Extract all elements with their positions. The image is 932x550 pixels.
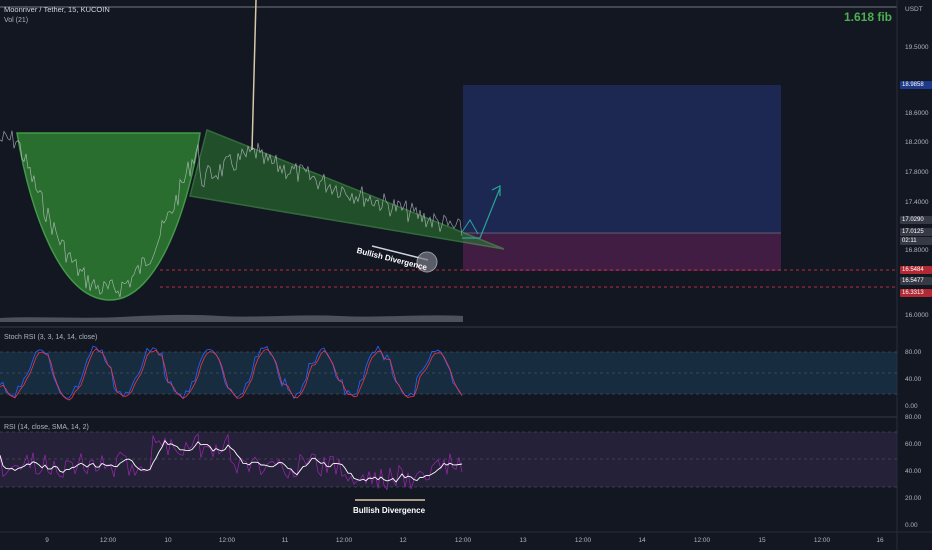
time-label: 12:00: [574, 537, 592, 544]
rsi-tick: 20.00: [905, 495, 922, 502]
rsi-tick: 40.00: [905, 468, 922, 475]
time-label: 12:00: [335, 537, 353, 544]
time-label: 16: [876, 537, 884, 544]
price-spike-wick: [251, 0, 257, 151]
time-label: 10: [164, 537, 172, 544]
rsi-tick: 80.00: [905, 414, 922, 421]
price-tag: 16.5477: [900, 277, 932, 285]
stoch-tick: 40.00: [905, 376, 922, 383]
price-tick: 16.8000: [905, 247, 929, 254]
price-tick: 18.6000: [905, 110, 929, 117]
time-label: 12:00: [813, 537, 831, 544]
time-label: 9: [45, 537, 49, 544]
time-label: 12:00: [218, 537, 236, 544]
stoch-label: Stoch RSI (3, 3, 14, 14, close): [4, 334, 98, 341]
price-tick: 18.2000: [905, 139, 929, 146]
volume-label: Vol (21): [4, 17, 29, 24]
stoch-tick: 80.00: [905, 349, 922, 356]
rsi-band: [0, 432, 897, 487]
price-tick: 17.4000: [905, 199, 929, 206]
price-tag-stop: 16.5484: [900, 266, 932, 274]
time-label: 15: [758, 537, 766, 544]
chart-canvas[interactable]: [0, 0, 932, 550]
rsi-tick: 60.00: [905, 441, 922, 448]
rsi-divergence-label[interactable]: Bullish Divergence: [353, 506, 425, 515]
fib-label: 1.618 fib: [843, 10, 892, 24]
time-label: 12:00: [454, 537, 472, 544]
time-label: 14: [638, 537, 646, 544]
price-tag-stop-2: 16.3313: [900, 289, 932, 297]
cup-shape[interactable]: [16, 132, 201, 301]
stop-zone[interactable]: [463, 233, 781, 271]
time-label: 12:00: [693, 537, 711, 544]
time-label: 12: [399, 537, 407, 544]
currency-label: USDT: [905, 6, 923, 13]
price-tick: 16.0000: [905, 312, 929, 319]
symbol-title: Moonriver / Tether, 15, KUCOIN: [4, 5, 110, 14]
price-tag-current: 17.0125: [900, 228, 932, 236]
handle-triangle[interactable]: [189, 128, 505, 250]
price-tick: 17.8000: [905, 169, 929, 176]
time-label: 13: [519, 537, 527, 544]
time-label: 12:00: [99, 537, 117, 544]
rsi-label: RSI (14, close, SMA, 14, 2): [4, 424, 89, 431]
rsi-tick: 0.00: [905, 522, 918, 529]
target-zone[interactable]: [463, 85, 781, 233]
time-label: 11: [281, 537, 289, 544]
stoch-tick: 0.00: [905, 403, 918, 410]
price-tick: 19.5000: [905, 44, 929, 51]
price-tag-target: 18.9858: [900, 81, 932, 89]
price-tag-countdown: 02:11: [900, 237, 932, 245]
volume-area: [0, 314, 463, 322]
price-tag: 17.0290: [900, 216, 932, 224]
